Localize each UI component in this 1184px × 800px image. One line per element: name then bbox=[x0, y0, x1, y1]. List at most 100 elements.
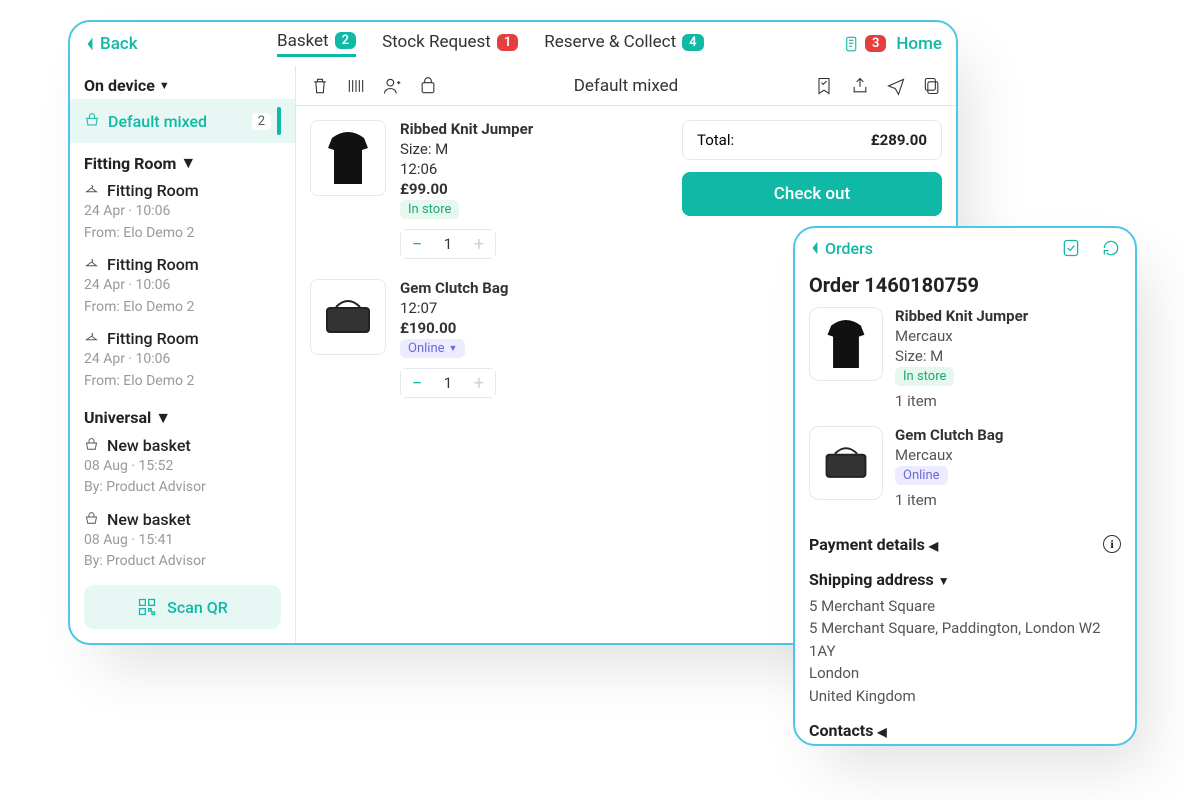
copy-icon[interactable] bbox=[922, 76, 942, 96]
bookmark-icon[interactable] bbox=[814, 76, 834, 96]
basket-icon bbox=[84, 113, 100, 129]
back-button[interactable]: Back bbox=[84, 34, 138, 54]
decrement-button[interactable]: − bbox=[401, 230, 433, 258]
sidebar-item-label: Fitting Room bbox=[107, 255, 199, 274]
section-on-device[interactable]: On device ▼ bbox=[70, 66, 295, 99]
tag-label: Online bbox=[903, 468, 940, 483]
tab-reserve-collect[interactable]: Reserve & Collect 4 bbox=[544, 31, 703, 57]
sidebar-item-meta: By: Product Advisor bbox=[84, 478, 281, 498]
add-person-icon[interactable] bbox=[382, 76, 402, 96]
increment-button[interactable]: + bbox=[463, 230, 495, 258]
active-indicator bbox=[277, 107, 281, 135]
tag-label: In store bbox=[903, 369, 946, 384]
availability-tag[interactable]: Online ▼ bbox=[400, 339, 465, 358]
share-icon[interactable] bbox=[850, 76, 870, 96]
tag-label: In store bbox=[408, 202, 451, 217]
order-title: Order 1460180759 bbox=[809, 273, 1121, 297]
order-item: Ribbed Knit Jumper Mercaux Size: M In st… bbox=[809, 307, 1121, 410]
topbar: Back Basket 2 Stock Request 1 Reserve & … bbox=[70, 22, 956, 66]
refresh-icon[interactable] bbox=[1101, 238, 1121, 258]
section-title: On device bbox=[84, 76, 155, 95]
total-label: Total: bbox=[697, 131, 734, 149]
address-line: 5 Merchant Square bbox=[809, 595, 1121, 618]
bag-icon[interactable] bbox=[418, 76, 438, 96]
send-icon[interactable] bbox=[886, 76, 906, 96]
notif-badge: 3 bbox=[865, 35, 886, 52]
sidebar-item-label: Fitting Room bbox=[107, 329, 199, 348]
section-universal[interactable]: Universal ▼ bbox=[70, 398, 295, 430]
shipping-address: 5 Merchant Square 5 Merchant Square, Pad… bbox=[809, 595, 1121, 708]
contacts-toggle[interactable]: Contacts ◀ bbox=[809, 711, 1121, 744]
sidebar-item-default-mixed[interactable]: Default mixed 2 bbox=[70, 99, 295, 143]
sidebar-item-new-basket[interactable]: New basket 08 Aug · 15:41 By: Product Ad… bbox=[70, 504, 295, 578]
chevron-down-icon: ▼ bbox=[180, 153, 196, 173]
chevron-down-icon: ▼ bbox=[938, 574, 950, 588]
hanger-icon bbox=[84, 257, 99, 272]
tab-basket[interactable]: Basket 2 bbox=[277, 31, 356, 57]
tab-badge: 2 bbox=[335, 32, 356, 49]
shipping-address-toggle[interactable]: Shipping address ▼ bbox=[809, 560, 1121, 595]
trash-icon[interactable] bbox=[310, 76, 330, 96]
home-link[interactable]: Home bbox=[896, 34, 942, 54]
order-info: Gem Clutch Bag Mercaux Online 1 item bbox=[895, 426, 1003, 509]
phone-topbar: Orders bbox=[795, 228, 1135, 269]
tab-stock-request[interactable]: Stock Request 1 bbox=[382, 31, 518, 57]
accordion-label: Contacts bbox=[809, 721, 873, 740]
check-note-icon[interactable] bbox=[1061, 238, 1081, 258]
products-column: Ribbed Knit Jumper Size: M 12:06 £99.00 … bbox=[310, 120, 668, 629]
barcode-icon[interactable] bbox=[346, 76, 366, 96]
tag-label: Online bbox=[408, 341, 445, 356]
sidebar-item-meta: 24 Apr · 10:06 bbox=[84, 276, 281, 296]
product-size: Size: M bbox=[895, 347, 1028, 365]
product-name: Gem Clutch Bag bbox=[400, 279, 508, 297]
phone-body: Order 1460180759 Ribbed Knit Jumper Merc… bbox=[795, 269, 1135, 744]
sidebar-item-label: Default mixed bbox=[108, 112, 207, 131]
back-label: Back bbox=[100, 34, 138, 54]
sidebar-item-fitting-room[interactable]: Fitting Room 24 Apr · 10:06 From: Elo De… bbox=[70, 175, 295, 249]
sidebar-item-new-basket[interactable]: New basket 08 Aug · 15:52 By: Product Ad… bbox=[70, 430, 295, 504]
product-brand: Mercaux bbox=[895, 327, 1028, 345]
order-info: Ribbed Knit Jumper Mercaux Size: M In st… bbox=[895, 307, 1028, 410]
sidebar-item-fitting-room[interactable]: Fitting Room 24 Apr · 10:06 From: Elo De… bbox=[70, 249, 295, 323]
total-row: Total: £289.00 bbox=[682, 120, 942, 160]
top-tabs: Basket 2 Stock Request 1 Reserve & Colle… bbox=[138, 31, 843, 57]
checkout-button[interactable]: Check out bbox=[682, 172, 942, 216]
decrement-button[interactable]: − bbox=[401, 369, 433, 397]
info-icon[interactable]: i bbox=[1103, 535, 1121, 553]
chevron-down-icon: ▼ bbox=[449, 343, 458, 354]
address-line: 5 Merchant Square, Paddington, London W2… bbox=[809, 617, 1121, 662]
orders-back-button[interactable]: Orders bbox=[809, 239, 873, 258]
scan-qr-button[interactable]: Scan QR bbox=[84, 585, 281, 629]
tab-badge: 1 bbox=[497, 34, 518, 51]
quantity-stepper: − 1 + bbox=[400, 368, 496, 398]
sidebar-item-meta: From: Elo Demo 2 bbox=[84, 372, 281, 392]
chevron-down-icon: ▼ bbox=[159, 79, 170, 92]
product-thumbnail[interactable] bbox=[310, 279, 386, 355]
product-price: £99.00 bbox=[400, 180, 533, 198]
sidebar-item-fitting-room[interactable]: Fitting Room 24 Apr · 10:06 From: Elo De… bbox=[70, 323, 295, 397]
payment-details-toggle[interactable]: Payment details ◀ i bbox=[809, 525, 1121, 560]
increment-button[interactable]: + bbox=[463, 369, 495, 397]
bag-icon bbox=[820, 444, 872, 482]
product-name: Ribbed Knit Jumper bbox=[895, 307, 1028, 325]
address-line: London bbox=[809, 662, 1121, 685]
availability-tag: In store bbox=[895, 367, 954, 386]
accordion-label: Payment details bbox=[809, 535, 925, 554]
sidebar: On device ▼ Default mixed 2 Fitting Room… bbox=[70, 66, 296, 643]
checkout-label: Check out bbox=[774, 184, 850, 204]
sidebar-item-meta: From: Elo Demo 2 bbox=[84, 224, 281, 244]
scan-qr-label: Scan QR bbox=[167, 598, 228, 617]
product-thumbnail[interactable] bbox=[310, 120, 386, 196]
sidebar-item-meta: 08 Aug · 15:52 bbox=[84, 457, 281, 477]
order-thumbnail[interactable] bbox=[809, 307, 883, 381]
order-thumbnail[interactable] bbox=[809, 426, 883, 500]
bag-icon bbox=[320, 297, 376, 337]
total-value: £289.00 bbox=[871, 131, 927, 149]
section-fitting-room[interactable]: Fitting Room ▼ bbox=[70, 143, 295, 175]
notifications-button[interactable]: 3 bbox=[843, 35, 886, 53]
phone-window: Orders Order 1460180759 Ribbed Knit Jump… bbox=[793, 226, 1137, 746]
product-info: Ribbed Knit Jumper Size: M 12:06 £99.00 … bbox=[400, 120, 533, 259]
chevron-down-icon: ▼ bbox=[155, 408, 171, 428]
product-size: Size: M bbox=[400, 140, 533, 158]
hanger-icon bbox=[84, 183, 99, 198]
